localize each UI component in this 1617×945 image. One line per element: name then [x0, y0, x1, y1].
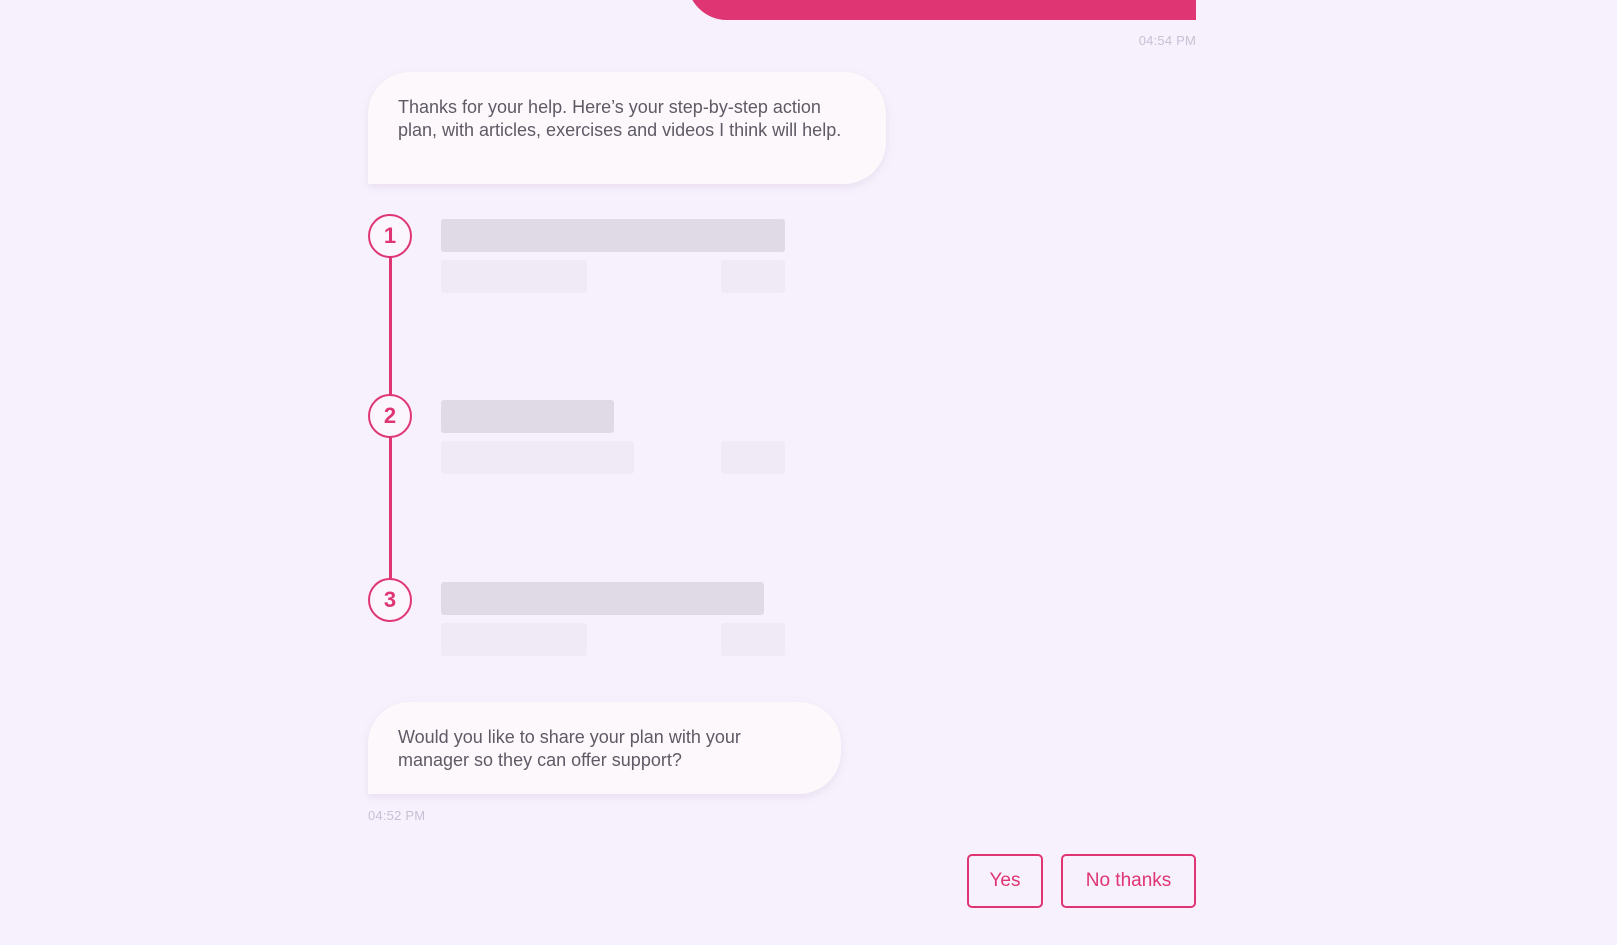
step-type-placeholder: [441, 441, 634, 474]
step-type-placeholder: [441, 623, 587, 656]
bot-message-text: Thanks for your help. Here’s your step-b…: [398, 97, 842, 140]
message-timestamp: 04:52 PM: [368, 808, 426, 823]
step-number-badge: 3: [368, 578, 412, 622]
step-title-placeholder[interactable]: [441, 582, 764, 615]
step-connector: [389, 435, 392, 579]
step-title-placeholder[interactable]: [441, 219, 785, 252]
bot-message-text: Would you like to share your plan with y…: [398, 727, 741, 770]
step-number-badge: 2: [368, 394, 412, 438]
yes-button[interactable]: Yes: [967, 854, 1043, 908]
bot-message-bubble: Would you like to share your plan with y…: [368, 702, 841, 794]
step-duration-placeholder: [721, 441, 785, 474]
bot-message-bubble: Thanks for your help. Here’s your step-b…: [368, 72, 886, 184]
step-duration-placeholder: [721, 623, 785, 656]
step-duration-placeholder: [721, 260, 785, 293]
step-connector: [389, 255, 392, 395]
no-thanks-button[interactable]: No thanks: [1061, 854, 1196, 908]
step-title-placeholder[interactable]: [441, 400, 614, 433]
message-timestamp: 04:54 PM: [1138, 33, 1196, 48]
step-number-badge: 1: [368, 214, 412, 258]
chat-view: 04:54 PM Thanks for your help. Here’s yo…: [0, 0, 1617, 945]
step-type-placeholder: [441, 260, 587, 293]
user-message-bubble: [687, 0, 1196, 20]
